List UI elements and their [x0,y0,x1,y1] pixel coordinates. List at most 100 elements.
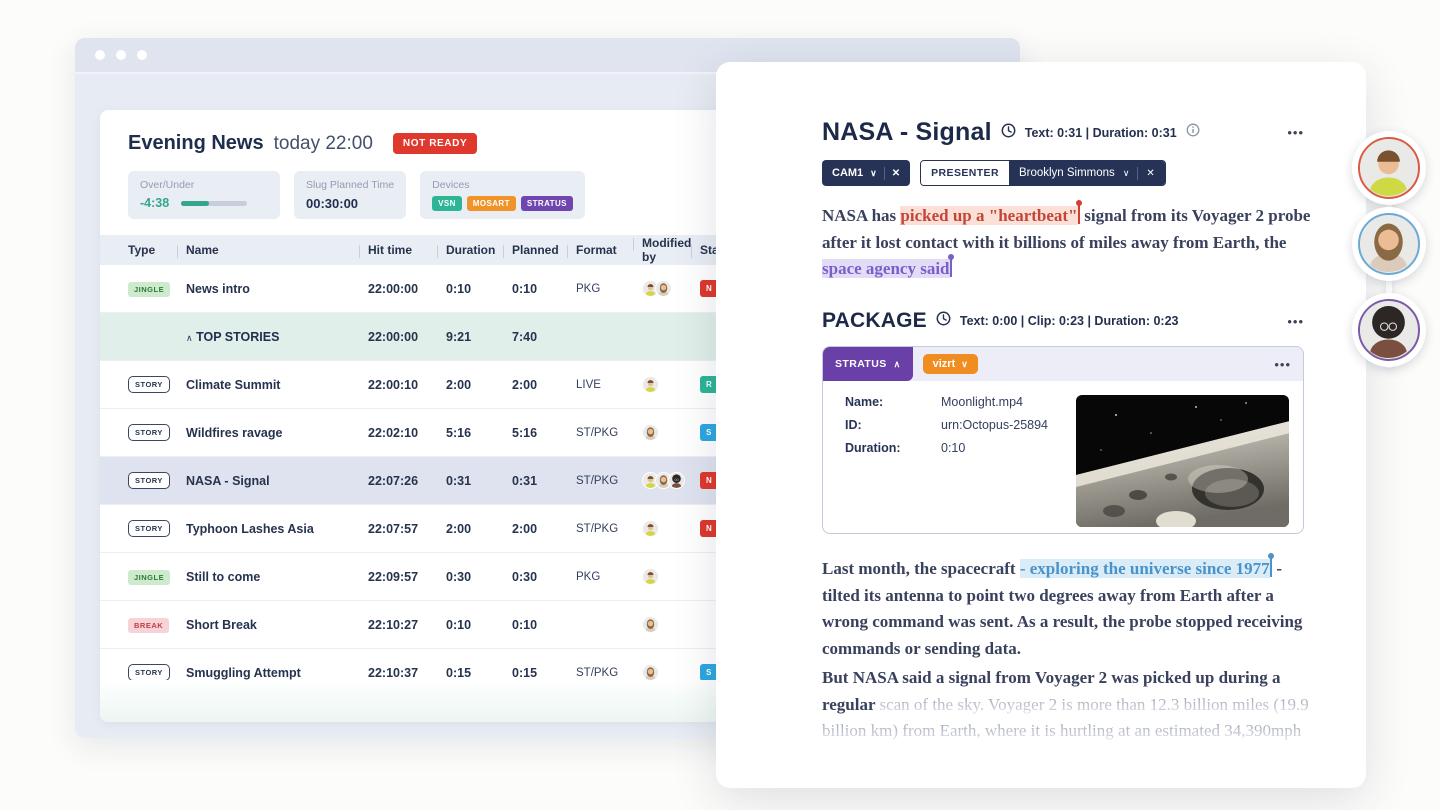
avatar-ring [1358,299,1420,361]
chevron-up-icon[interactable]: ∧ [894,359,901,370]
avatar-ring [1358,137,1420,199]
type-cell: STORY [128,520,186,537]
modified-by-avatar [642,664,659,681]
package-section-header: PACKAGE Text: 0:00 | Clip: 0:23 | Durati… [822,309,1304,333]
duration-cell: 2:00 [446,521,472,536]
hit-time-cell: 22:00:00 [368,329,419,344]
devices-box: Devices VSN MOSART STRATUS [420,171,585,219]
highlighted-text: space agency said [822,259,950,279]
clock-icon [1001,123,1016,143]
tag-divider [883,166,885,180]
story-tags-row: CAM1 ∨ ✕ PRESENTER Brooklyn Simmons ∨ ✕ [822,160,1304,186]
field-label: Duration: [845,441,901,456]
field-value: urn:Octopus-25894 [941,418,1049,433]
collab-cursor [947,253,953,278]
rundown-subtitle: today 22:00 [273,132,373,154]
planned-cell: 0:31 [512,473,538,488]
avatar-collaborator-1[interactable] [1352,131,1426,205]
vizrt-graphics-tag[interactable]: vizrt ∨ [922,354,978,375]
type-badge: JINGLE [128,569,171,585]
duration-cell: 0:15 [446,665,472,680]
chevron-down-icon[interactable]: ∨ [961,359,968,370]
type-cell: BREAK [128,617,186,633]
stratus-device-tag[interactable]: STRATUS ∧ [823,347,913,382]
format-cell: LIVE [576,378,601,391]
collab-cursor [1075,200,1081,224]
planned-cell: 2:00 [512,521,538,536]
hit-time-cell: 22:07:57 [368,521,419,536]
name-cell: Still to come [186,569,261,584]
name-cell: News intro [186,281,250,296]
collapse-icon[interactable]: ∧ [186,333,193,343]
avatar-collaborator-2[interactable] [1352,207,1426,281]
planned-cell: 7:40 [512,329,538,344]
modified-by-cell [642,664,700,681]
avatar-collaborator-3[interactable] [1352,293,1426,367]
hit-time-cell: 22:10:37 [368,665,419,680]
presenter-tag-label: PRESENTER [921,161,1009,185]
modified-by-cell [642,280,700,297]
type-badge: STORY [128,664,170,681]
planned-cell: 5:16 [512,425,538,440]
over-under-label: Over/Under [140,179,195,191]
moon-image [1075,395,1289,528]
story-more-menu-icon[interactable]: ••• [1287,125,1304,140]
planned-cell: 0:10 [512,281,538,296]
modified-by-cell [642,568,700,585]
clip-thumbnail[interactable] [1075,395,1289,528]
type-badge: STORY [128,472,170,489]
package-meta: Text: 0:00 | Clip: 0:23 | Duration: 0:23 [959,314,1179,329]
slug-planned-box: Slug Planned Time 00:30:00 [294,171,407,219]
chevron-down-icon[interactable]: ∨ [1123,168,1130,179]
column-header-name[interactable]: Name [177,243,368,258]
script-paragraph-2[interactable]: Last month, the spacecraft - exploring t… [822,553,1314,663]
close-icon[interactable]: ✕ [1146,168,1154,179]
package-more-menu-icon[interactable]: ••• [1287,314,1304,329]
name-cell: NASA - Signal [186,473,270,488]
column-header-hit-time[interactable]: Hit time [359,243,446,258]
media-card: STRATUS ∧ vizrt ∨ ••• Name: Moonlight.mp… [822,346,1304,535]
highlighted-text: scan of the sky. Voyager 2 is more than … [822,694,1309,741]
traffic-light-icon[interactable] [116,50,126,60]
hit-time-cell: 22:00:00 [368,281,419,296]
story-meta: Text: 0:31 | Duration: 0:31 [1024,125,1177,140]
planned-cell: 0:30 [512,569,538,584]
over-under-progressbar [181,200,248,206]
camera-tag[interactable]: CAM1 ∨ ✕ [822,160,911,186]
media-more-menu-icon[interactable]: ••• [1274,357,1291,372]
modified-by-avatar [642,568,659,585]
modified-by-avatar [642,616,659,633]
info-icon[interactable] [1186,123,1200,142]
hit-time-cell: 22:09:57 [368,569,419,584]
type-cell: STORY [128,424,186,441]
format-cell: PKG [576,570,601,583]
name-cell: Typhoon Lashes Asia [186,521,314,536]
name-cell: Smuggling Attempt [186,665,301,680]
devices-label: Devices [432,179,470,191]
media-field-id: ID: urn:Octopus-25894 [845,418,1076,432]
duration-cell: 2:00 [446,377,472,392]
modified-by-cell [642,472,700,489]
presenter-tag[interactable]: PRESENTER Brooklyn Simmons ∨ ✕ [920,160,1166,186]
device-badge-vsn: VSN [432,196,462,211]
group-name-cell: ∧ TOP STORIES [186,329,280,344]
traffic-light-icon[interactable] [95,50,105,60]
close-icon[interactable]: ✕ [892,168,900,179]
chevron-down-icon[interactable]: ∨ [870,168,877,179]
hit-time-cell: 22:02:10 [368,425,419,440]
stratus-tag-label: STRATUS [835,358,887,371]
type-cell: JINGLE [128,569,186,585]
script-paragraph-1[interactable]: NASA has picked up a "heartbeat" signal … [822,200,1314,283]
hit-time-cell: 22:00:10 [368,377,419,392]
format-cell: ST/PKG [576,666,619,679]
duration-cell: 0:31 [446,473,472,488]
modified-by-cell [642,520,700,537]
slug-planned-value: 00:30:00 [306,196,359,211]
hit-time-cell: 22:10:27 [368,617,419,632]
device-badge-stratus: STRATUS [520,196,573,211]
type-badge: STORY [128,520,170,537]
traffic-light-icon[interactable] [137,50,147,60]
script-paragraph-3[interactable]: But NASA said a signal from Voyager 2 wa… [822,665,1314,745]
format-cell: ST/PKG [576,474,619,487]
story-section-header: NASA - Signal Text: 0:31 | Duration: 0:3… [822,118,1304,147]
